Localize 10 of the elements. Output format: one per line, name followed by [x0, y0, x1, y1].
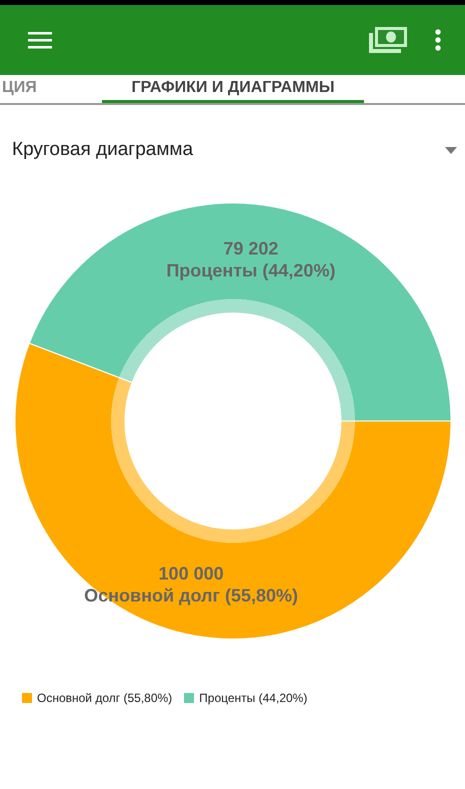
menu-icon[interactable]: [28, 31, 52, 49]
slice-label: 79 202 Проценты (44,20%): [166, 238, 336, 281]
more-icon[interactable]: [435, 29, 441, 51]
legend-label: Основной долг (55,80%): [37, 691, 172, 705]
chart-type-dropdown[interactable]: Круговая диаграмма: [0, 135, 465, 165]
dropdown-caret-icon: [445, 146, 457, 154]
banknotes-icon[interactable]: [367, 25, 407, 55]
legend-label: Проценты (44,20%): [199, 691, 308, 705]
tab[interactable]: ЦИЯ: [0, 75, 40, 103]
tab[interactable]: ГРАФИКИ И ДИАГРАММЫ: [102, 75, 364, 103]
